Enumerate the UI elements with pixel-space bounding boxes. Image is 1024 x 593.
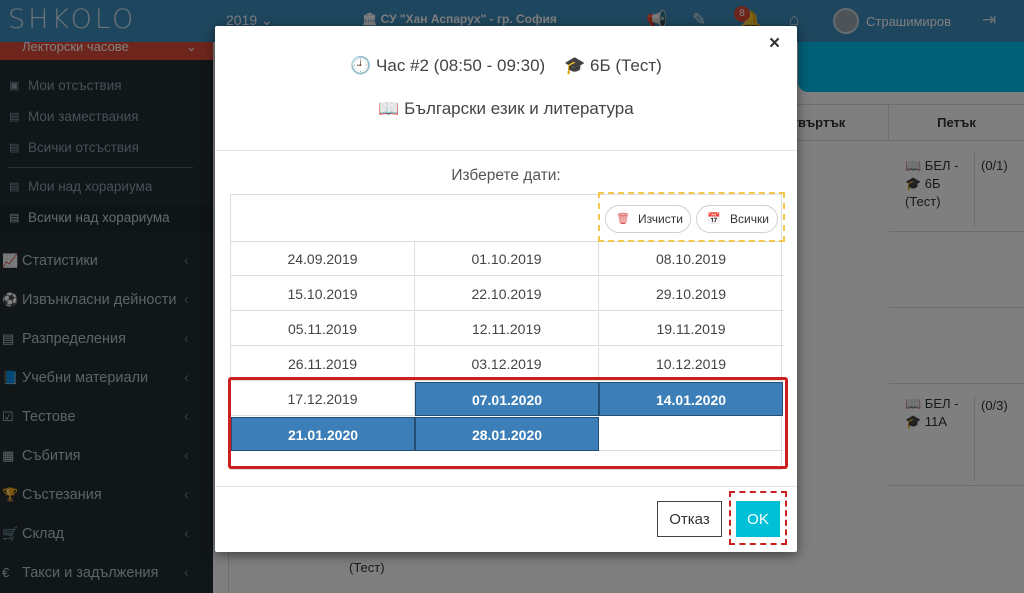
select-dates-modal: × 🕘 Час #2 (08:50 - 09:30) 🎓 6Б (Тест) 📖…: [215, 26, 797, 552]
ok-button[interactable]: OK: [736, 501, 780, 537]
close-button[interactable]: ×: [769, 33, 780, 55]
date-cell[interactable]: 01.10.2019: [415, 242, 599, 276]
select-all-button[interactable]: 📅 Всички: [696, 205, 778, 233]
modal-lesson-info: 🕘 Час #2 (08:50 - 09:30) 🎓 6Б (Тест): [215, 56, 797, 76]
date-cell[interactable]: 24.09.2019: [231, 242, 415, 276]
lesson-class: 🎓 6Б (Тест): [564, 56, 662, 75]
selected-dates-highlight: [228, 377, 788, 469]
date-cell[interactable]: 19.11.2019: [599, 312, 783, 346]
date-cell[interactable]: 03.12.2019: [415, 347, 599, 381]
date-cell[interactable]: 26.11.2019: [231, 347, 415, 381]
choose-dates-label: Изберете дати:: [451, 167, 561, 184]
trash-icon: 🗑: [616, 213, 630, 225]
ok-highlight-box: OK: [729, 491, 787, 545]
divider: [215, 486, 797, 487]
dates-toolbar: 🗑 Изчисти 📅 Всички: [231, 192, 785, 242]
lesson-hour: 🕘 Час #2 (08:50 - 09:30): [350, 56, 546, 75]
date-cell[interactable]: 12.11.2019: [415, 312, 599, 346]
clear-button[interactable]: 🗑 Изчисти: [605, 205, 691, 233]
date-cell[interactable]: 10.12.2019: [599, 347, 783, 381]
divider: [215, 150, 797, 151]
cancel-button[interactable]: Отказ: [657, 501, 722, 537]
calendar-check-icon: 📅: [707, 213, 721, 225]
date-cell[interactable]: 15.10.2019: [231, 277, 415, 311]
date-cell[interactable]: 05.11.2019: [231, 312, 415, 346]
lesson-subject: 📖 Български език и литература: [378, 99, 634, 118]
date-cell[interactable]: 29.10.2019: [599, 277, 783, 311]
date-cell[interactable]: 22.10.2019: [415, 277, 599, 311]
date-cell[interactable]: 08.10.2019: [599, 242, 783, 276]
